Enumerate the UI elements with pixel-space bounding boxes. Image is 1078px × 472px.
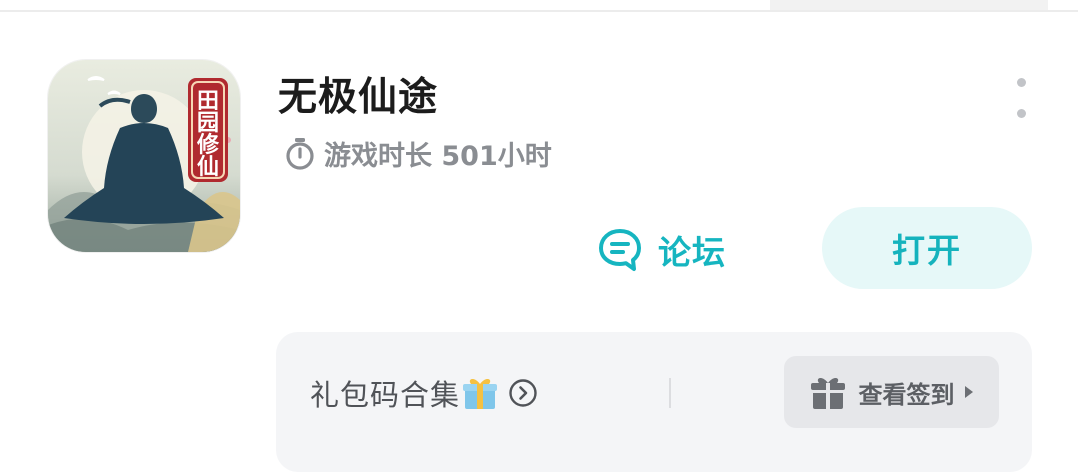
top-divider	[0, 10, 1078, 12]
svg-text:仙: 仙	[197, 154, 219, 180]
more-vertical-icon-dot-top	[1016, 78, 1026, 87]
more-options-button[interactable]	[1008, 78, 1034, 118]
circle-chevron-right-icon	[509, 379, 537, 407]
chat-bubble-icon	[599, 229, 641, 271]
gift-box-icon	[810, 378, 845, 409]
gift-emoji-icon	[463, 379, 498, 409]
playtime-row: 游戏时长 501小时	[284, 134, 552, 173]
timer-icon	[286, 137, 314, 170]
gift-code-label: 礼包码合集	[310, 378, 461, 412]
game-app-icon[interactable]: 田 园 修 仙	[48, 60, 240, 252]
more-vertical-icon-dot-bottom	[1016, 109, 1026, 118]
app-title: 无极仙途	[278, 75, 439, 120]
open-button[interactable]: 打开	[822, 207, 1032, 289]
gift-code-collection-link[interactable]: 礼包码合集	[310, 370, 538, 416]
view-checkin-button[interactable]: 查看签到	[784, 356, 999, 428]
caret-right-icon	[964, 386, 973, 398]
forum-button[interactable]: 论坛	[596, 222, 726, 278]
game-icon-artwork: 田 园 修 仙	[48, 60, 240, 252]
playtime-text: 游戏时长 501小时	[324, 141, 552, 172]
top-tab-edge	[770, 0, 1048, 10]
view-checkin-label: 查看签到	[858, 380, 955, 409]
forum-label: 论坛	[658, 233, 726, 272]
panel-divider	[669, 378, 671, 408]
